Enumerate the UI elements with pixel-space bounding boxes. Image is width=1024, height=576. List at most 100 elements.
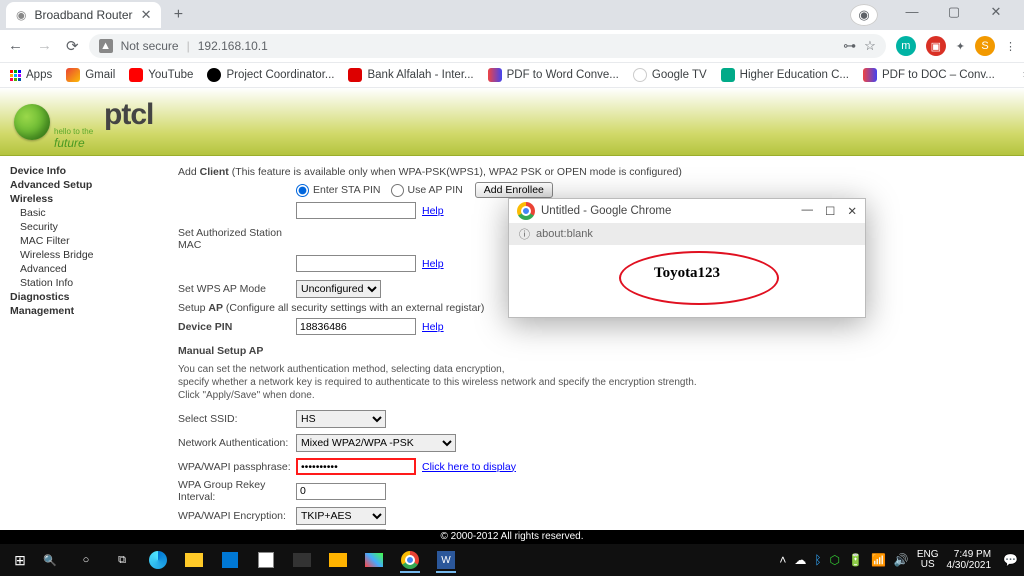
- window-minimize[interactable]: —: [898, 4, 926, 26]
- new-tab-button[interactable]: +: [167, 4, 189, 26]
- bank-icon: [348, 68, 362, 82]
- sidebar-item-wireless-bridge[interactable]: Wireless Bridge: [10, 248, 128, 262]
- tray-lang[interactable]: ENG US: [917, 550, 939, 570]
- popup-url: about:blank: [536, 228, 593, 240]
- info-icon: ⓘ: [519, 226, 530, 242]
- help-link-3[interactable]: Help: [422, 321, 444, 333]
- gtv-icon: [633, 68, 647, 82]
- key-icon[interactable]: ⊶: [843, 38, 856, 54]
- sidebar-item-advanced-setup[interactable]: Advanced Setup: [10, 178, 128, 192]
- forward-button[interactable]: →: [37, 37, 52, 55]
- tb-movies[interactable]: [286, 547, 318, 573]
- logo-future: future: [54, 136, 173, 150]
- auth-select[interactable]: Mixed WPA2/WPA -PSK: [296, 434, 456, 452]
- tray-wifi-icon[interactable]: 📶: [871, 553, 886, 567]
- address-bar[interactable]: ▲ Not secure | 192.168.10.1 ⊶ ☆: [89, 34, 886, 58]
- tray-notifications-icon[interactable]: 💬: [1003, 553, 1018, 567]
- window-close[interactable]: ✕: [982, 4, 1010, 26]
- youtube-bookmark[interactable]: YouTube: [129, 68, 193, 82]
- tray-antivirus-icon[interactable]: ⬡: [830, 553, 840, 567]
- tb-folder[interactable]: [322, 547, 354, 573]
- tb-chrome[interactable]: [394, 547, 426, 573]
- back-button[interactable]: ←: [8, 37, 23, 55]
- tb-explorer[interactable]: [178, 547, 210, 573]
- gmail-bookmark[interactable]: Gmail: [66, 68, 115, 82]
- pdfdoc-bookmark[interactable]: PDF to DOC – Conv...: [863, 68, 995, 82]
- popup-titlebar[interactable]: Untitled - Google Chrome — ☐ ✕: [509, 199, 865, 223]
- encryption-select[interactable]: TKIP+AES: [296, 507, 386, 525]
- menu-icon[interactable]: ⋮: [1005, 40, 1016, 53]
- sidebar-item-security[interactable]: Security: [10, 220, 128, 234]
- wps-mode-select[interactable]: Unconfigured: [296, 280, 381, 298]
- sidebar-item-wireless[interactable]: Wireless: [10, 192, 128, 206]
- account-icon[interactable]: ◉: [850, 4, 878, 26]
- bookmarks-bar: Apps Gmail YouTube Project Coordinator..…: [0, 62, 1024, 88]
- gtv-bookmark[interactable]: Google TV: [633, 68, 707, 82]
- tb-paint[interactable]: [358, 547, 390, 573]
- tb-store[interactable]: [214, 547, 246, 573]
- pdfword-bookmark[interactable]: PDF to Word Conve...: [488, 68, 619, 82]
- globe-icon: ◉: [16, 8, 26, 22]
- apps-icon: [10, 70, 21, 81]
- popup-address-bar[interactable]: ⓘ about:blank: [509, 223, 865, 245]
- device-pin-input[interactable]: [296, 318, 416, 335]
- sidebar-item-station-info[interactable]: Station Info: [10, 276, 128, 290]
- enter-sta-radio[interactable]: [296, 184, 309, 197]
- tray-clock[interactable]: 7:49 PM 4/30/2021: [947, 549, 996, 571]
- tray-up-icon[interactable]: ˄: [779, 553, 786, 567]
- extensions-icon[interactable]: ✦: [956, 40, 965, 53]
- tray-onedrive-icon[interactable]: ☁: [794, 553, 806, 567]
- sidebar-item-management[interactable]: Management: [10, 304, 128, 318]
- not-secure-icon: ▲: [99, 39, 113, 53]
- sidebar-item-diagnostics[interactable]: Diagnostics: [10, 290, 128, 304]
- chrome-icon: [401, 551, 419, 569]
- auth-mac-input[interactable]: [296, 255, 416, 272]
- sidebar-item-device-info[interactable]: Device Info: [10, 164, 128, 178]
- ext-icon-1[interactable]: m: [896, 36, 916, 56]
- sidebar-item-mac-filter[interactable]: MAC Filter: [10, 234, 128, 248]
- url-text: 192.168.10.1: [198, 39, 268, 53]
- apps-bookmark[interactable]: Apps: [10, 69, 52, 81]
- rekey-input[interactable]: [296, 483, 386, 500]
- popup-password-text: Toyota123: [509, 265, 865, 282]
- tab-close-icon[interactable]: ✕: [141, 7, 152, 23]
- tray-bluetooth-icon[interactable]: ᛒ: [814, 553, 821, 567]
- tb-taskview[interactable]: ⧉: [106, 547, 138, 573]
- bank-bookmark[interactable]: Bank Alfalah - Inter...: [348, 68, 473, 82]
- sidebar-item-advanced[interactable]: Advanced: [10, 262, 128, 276]
- hec-bookmark[interactable]: Higher Education C...: [721, 68, 849, 82]
- popup-minimize[interactable]: —: [802, 204, 814, 218]
- tray-volume-icon[interactable]: 🔊: [894, 553, 909, 567]
- use-ap-radio[interactable]: [391, 184, 404, 197]
- proj-bookmark[interactable]: Project Coordinator...: [207, 68, 334, 82]
- tb-calendar[interactable]: [250, 547, 282, 573]
- start-button[interactable]: ⊞: [6, 552, 34, 569]
- popup-close[interactable]: ✕: [847, 204, 857, 218]
- tb-cortana[interactable]: ○: [70, 547, 102, 573]
- tb-search[interactable]: 🔍: [34, 547, 66, 573]
- popup-maximize[interactable]: ☐: [825, 204, 835, 218]
- globe-icon: [207, 68, 221, 82]
- manual-setup-title: Manual Setup AP: [178, 345, 1004, 357]
- ssid-select[interactable]: HS: [296, 410, 386, 428]
- add-enrollee-button[interactable]: Add Enrollee: [475, 182, 553, 198]
- profile-avatar[interactable]: S: [975, 36, 995, 56]
- sta-pin-input[interactable]: [296, 202, 416, 219]
- logo-orb-icon: [14, 104, 50, 140]
- display-pass-link[interactable]: Click here to display: [422, 461, 516, 473]
- router-header: ptcl hello to the future: [0, 88, 1024, 156]
- ext-icon-2[interactable]: ▣: [926, 36, 946, 56]
- help-link-1[interactable]: Help: [422, 205, 444, 217]
- star-icon[interactable]: ☆: [864, 38, 876, 54]
- help-link-2[interactable]: Help: [422, 258, 444, 270]
- tray-battery-icon[interactable]: 🔋: [848, 553, 863, 567]
- reload-button[interactable]: ⟳: [66, 37, 79, 55]
- passphrase-input[interactable]: [296, 458, 416, 475]
- hec-icon: [721, 68, 735, 82]
- window-maximize[interactable]: ▢: [940, 4, 968, 26]
- tb-word[interactable]: W: [430, 547, 462, 573]
- browser-tab[interactable]: ◉ Broadband Router ✕: [6, 2, 161, 28]
- sidebar-item-basic[interactable]: Basic: [10, 206, 128, 220]
- logo-main: ptcl: [54, 93, 173, 127]
- tb-edge[interactable]: [142, 547, 174, 573]
